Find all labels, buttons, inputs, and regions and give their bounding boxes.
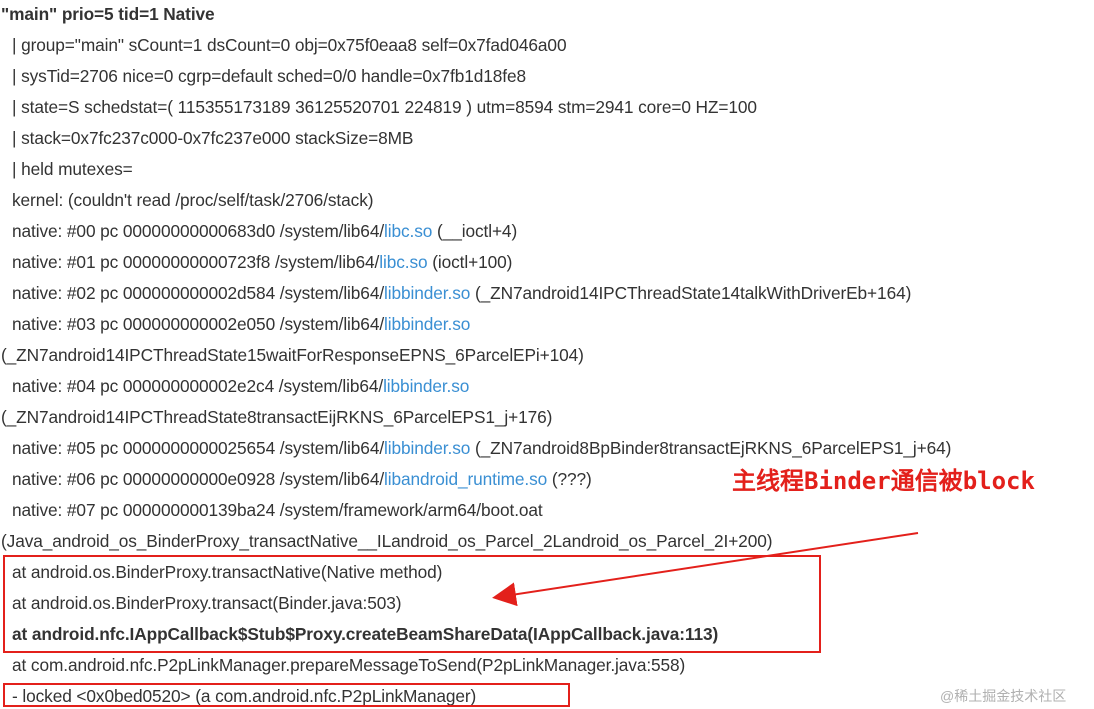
- annotation-label: 主线程Binder通信被block: [732, 467, 1035, 495]
- watermark: @稀土掘金技术社区: [940, 688, 1067, 704]
- annotation-arrow: [492, 532, 919, 607]
